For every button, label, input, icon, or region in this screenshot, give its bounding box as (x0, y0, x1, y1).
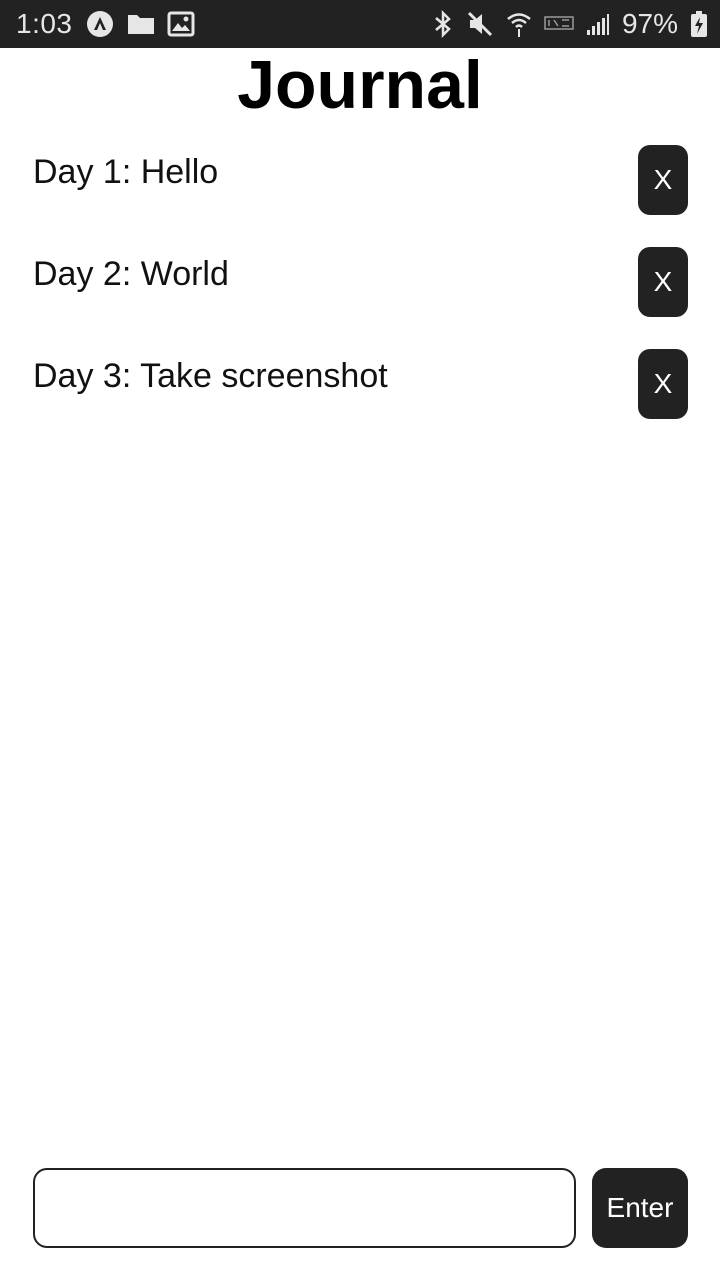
status-time: 1:03 (16, 8, 73, 39)
enter-button[interactable]: Enter (592, 1168, 688, 1248)
journal-entry: Day 3: Take screenshot X (0, 344, 720, 446)
journal-entry-text: Day 1: Hello (33, 153, 219, 191)
wifi-icon (506, 0, 532, 48)
journal-screen: 1:03 97% Journal Day 1: Hello X Day 2: W… (0, 0, 720, 1280)
journal-entry: Day 2: World X (0, 242, 720, 344)
status-bar-left: 1:03 (16, 0, 195, 48)
status-bar-right: 97% (432, 0, 708, 48)
journal-entry-text: Day 2: World (33, 255, 229, 293)
battery-charging-icon (690, 0, 708, 48)
delete-entry-button[interactable]: X (638, 349, 688, 419)
battery-percent: 97% (621, 8, 678, 39)
delete-entry-button[interactable]: X (638, 145, 688, 215)
mute-icon (466, 0, 494, 48)
journal-entry-list: Day 1: Hello X Day 2: World X Day 3: Tak… (0, 140, 720, 446)
page-title: Journal (237, 47, 483, 123)
journal-entry-text: Day 3: Take screenshot (33, 357, 388, 395)
journal-entry: Day 1: Hello X (0, 140, 720, 242)
app-notification-icon (85, 0, 115, 48)
image-icon (167, 0, 195, 48)
delete-entry-button[interactable]: X (638, 247, 688, 317)
volte-icon (544, 0, 574, 48)
folder-icon (127, 0, 155, 48)
signal-icon (586, 0, 610, 48)
bluetooth-icon (432, 0, 454, 48)
new-entry-input[interactable] (33, 1168, 576, 1248)
status-bar: 1:03 97% (0, 0, 720, 48)
